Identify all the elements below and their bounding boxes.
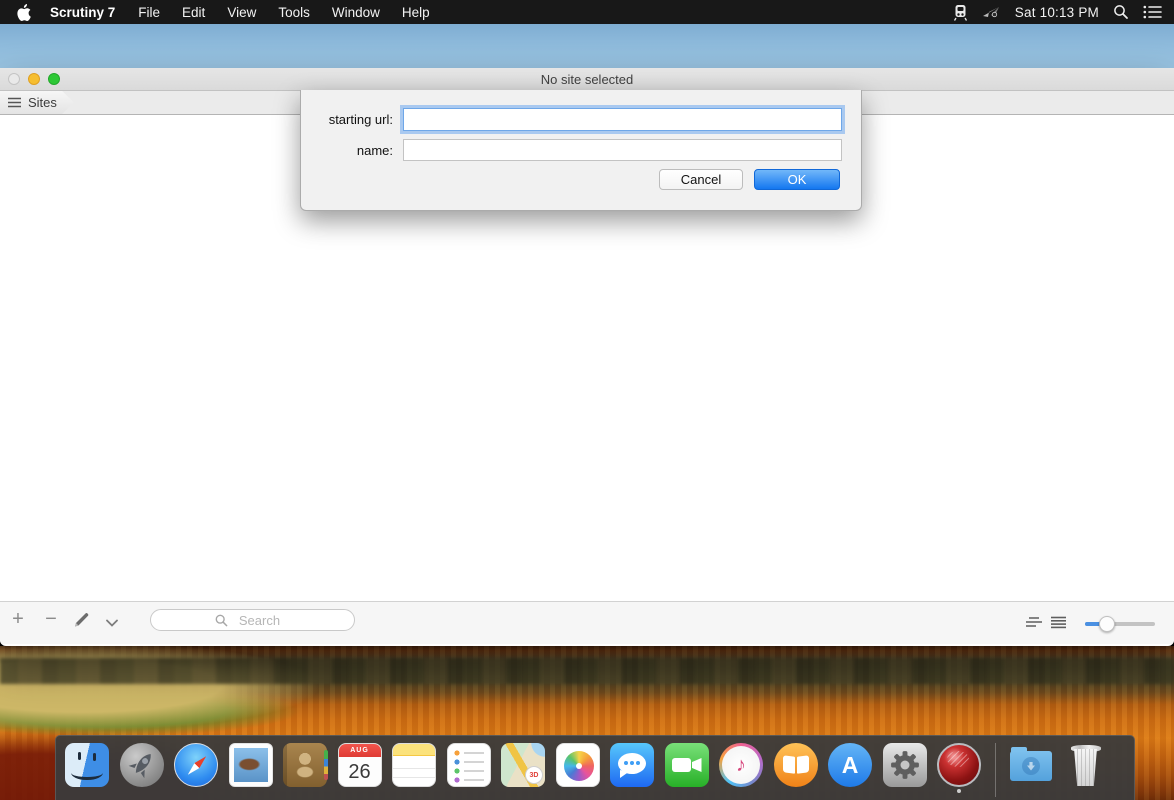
- dock: AUG 26 3D ♪ A: [55, 735, 1135, 800]
- large-rows-icon[interactable]: [1051, 616, 1066, 634]
- dock-item-reminders[interactable]: [447, 743, 491, 787]
- bottom-toolbar: + −: [0, 601, 1174, 644]
- spotlight-search-icon[interactable]: [1113, 4, 1129, 20]
- dock-item-launchpad[interactable]: [120, 743, 164, 787]
- running-indicator: [957, 789, 961, 793]
- edit-pencil-icon[interactable]: [72, 610, 92, 635]
- minimize-button[interactable]: [28, 73, 40, 85]
- dock-item-contacts[interactable]: [283, 743, 327, 787]
- dock-item-itunes[interactable]: ♪: [719, 743, 763, 787]
- name-label: name:: [301, 143, 393, 158]
- menu-file[interactable]: File: [127, 5, 171, 20]
- download-arrow-icon: [1027, 762, 1035, 771]
- name-input[interactable]: [403, 139, 842, 161]
- new-site-dialog: starting url: name: Cancel OK: [300, 90, 862, 211]
- starting-url-input[interactable]: [403, 108, 842, 131]
- small-rows-icon[interactable]: [1026, 616, 1042, 634]
- breadcrumb-sites-tab[interactable]: Sites: [0, 91, 74, 114]
- menu-window[interactable]: Window: [321, 5, 391, 20]
- speech-bubble: [618, 753, 646, 774]
- notification-center-icon[interactable]: [1143, 5, 1162, 19]
- dock-item-scrutiny[interactable]: [937, 743, 981, 787]
- dock-divider: [995, 743, 996, 797]
- close-button[interactable]: [8, 73, 20, 85]
- search-input[interactable]: [151, 610, 354, 630]
- gear-icon: [887, 747, 923, 783]
- calendar-day: 26: [339, 757, 381, 787]
- dock-item-system-preferences[interactable]: [883, 743, 927, 787]
- active-app-name[interactable]: Scrutiny 7: [40, 5, 127, 20]
- window-title: No site selected: [541, 72, 634, 87]
- stamp-eagle: [234, 748, 268, 782]
- trash-basket-icon: [1073, 749, 1099, 786]
- chevron-down-icon[interactable]: [106, 614, 118, 632]
- paper-plane-icon[interactable]: [982, 4, 1001, 20]
- dock-item-maps[interactable]: 3D: [501, 743, 545, 787]
- row-size-slider[interactable]: [1085, 622, 1155, 626]
- menu-bar-clock[interactable]: Sat 10:13 PM: [1015, 5, 1099, 20]
- dock-item-trash[interactable]: [1064, 743, 1108, 787]
- dock-item-facetime[interactable]: [665, 743, 709, 787]
- calendar-month: AUG: [339, 744, 381, 757]
- rocket-icon: [120, 743, 163, 787]
- dock-item-photos[interactable]: [556, 743, 600, 787]
- open-book-icon: [783, 755, 795, 773]
- menu-edit[interactable]: Edit: [171, 5, 216, 20]
- menu-view[interactable]: View: [216, 5, 267, 20]
- maps-3d-badge: 3D: [525, 766, 543, 784]
- dock-item-downloads-folder[interactable]: [1009, 743, 1053, 787]
- compass-needle: [185, 754, 208, 777]
- dock-item-mail[interactable]: [229, 743, 273, 787]
- search-field[interactable]: [150, 609, 355, 631]
- dock-item-notes[interactable]: [392, 743, 436, 787]
- remove-site-button[interactable]: −: [39, 608, 63, 630]
- add-site-button[interactable]: +: [6, 608, 30, 630]
- dock-item-safari[interactable]: [174, 743, 218, 787]
- hamburger-icon: [8, 97, 21, 108]
- dock-item-ibooks[interactable]: [774, 743, 818, 787]
- window-title-bar[interactable]: No site selected: [0, 68, 1174, 91]
- zoom-button[interactable]: [48, 73, 60, 85]
- dock-item-app-store[interactable]: A: [828, 743, 872, 787]
- video-camera-icon: [672, 758, 691, 772]
- dock-item-calendar[interactable]: AUG 26: [338, 743, 382, 787]
- apple-menu-icon[interactable]: [6, 4, 40, 21]
- traffic-lights: [8, 73, 60, 85]
- cancel-button[interactable]: Cancel: [659, 169, 743, 190]
- dock-item-messages[interactable]: [610, 743, 654, 787]
- menu-tools[interactable]: Tools: [267, 5, 321, 20]
- menu-bar: Scrutiny 7 File Edit View Tools Window H…: [0, 0, 1174, 24]
- menu-help[interactable]: Help: [391, 5, 441, 20]
- train-icon[interactable]: [953, 4, 968, 21]
- breadcrumb-label: Sites: [28, 95, 57, 110]
- starting-url-label: starting url:: [301, 112, 393, 127]
- slider-thumb[interactable]: [1099, 616, 1115, 632]
- photos-flower: [564, 751, 594, 781]
- wallpaper-treeline: [0, 658, 1174, 684]
- desktop-wallpaper-sky: [0, 24, 1174, 68]
- ok-button[interactable]: OK: [754, 169, 840, 190]
- dock-item-finder[interactable]: [65, 743, 109, 787]
- music-note-icon: ♪: [722, 746, 760, 784]
